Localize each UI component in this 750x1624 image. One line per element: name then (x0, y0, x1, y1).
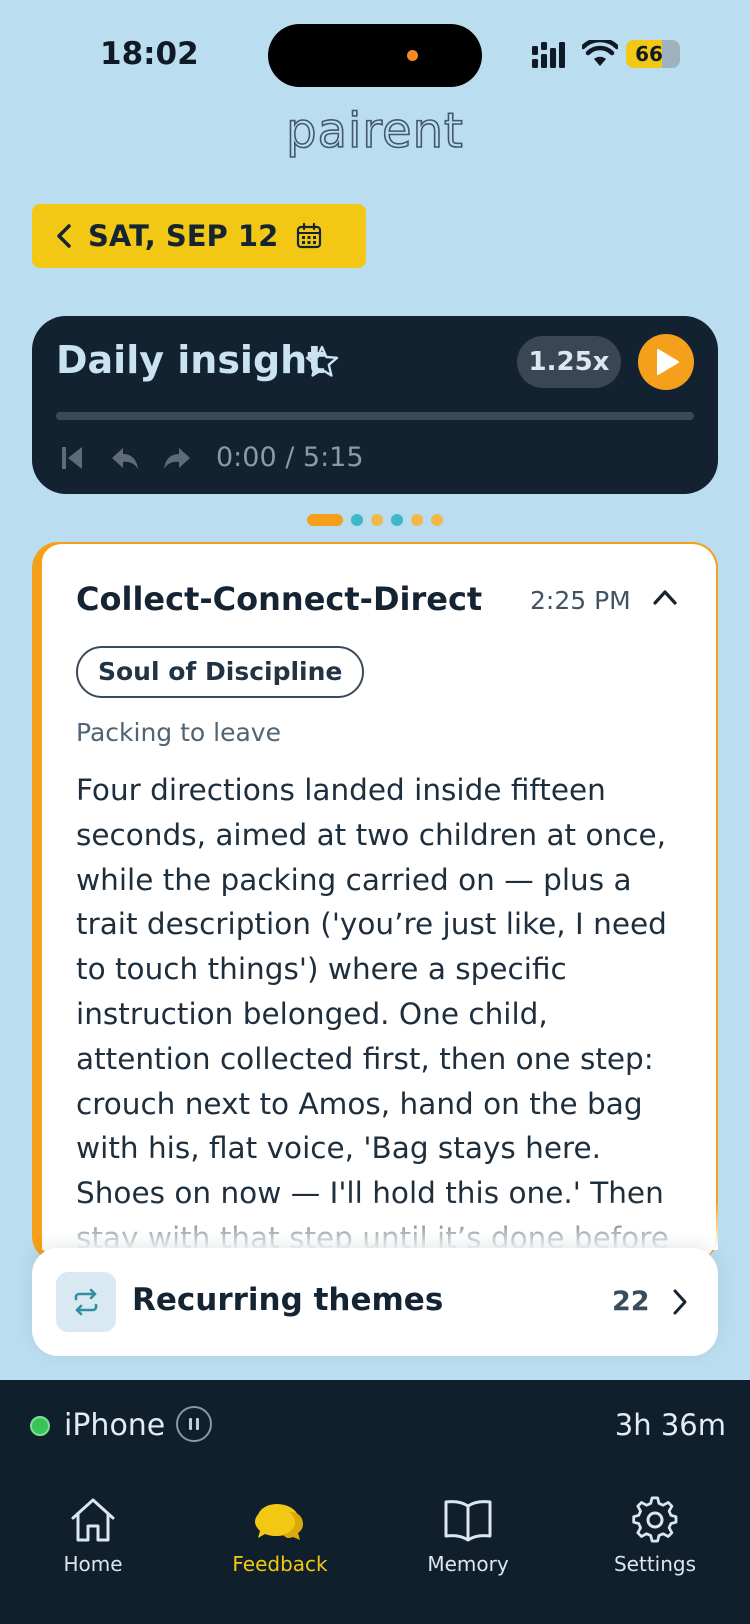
gear-icon (632, 1496, 678, 1543)
play-icon (657, 349, 679, 375)
recurring-themes-count: 22 (612, 1286, 650, 1317)
pause-recording-button[interactable] (176, 1406, 212, 1442)
recurring-themes-label: Recurring themes (132, 1282, 444, 1318)
tab-bar: Home Feedback Memory Settings (0, 1496, 750, 1606)
recurring-themes-button[interactable]: Recurring themes 22 (32, 1248, 718, 1356)
scroll-fade (42, 1200, 718, 1250)
page-indicator[interactable] (0, 512, 750, 528)
daily-insight-player: Daily insight 1.25x 0:00 / 5:15 (32, 316, 718, 494)
play-button[interactable] (638, 334, 694, 390)
star-icon[interactable] (304, 344, 340, 380)
playback-speed-button[interactable]: 1.25x (517, 336, 621, 388)
recording-duration: 3h 36m (614, 1408, 726, 1442)
book-icon (444, 1500, 492, 1542)
battery-percentage: 66 (635, 42, 663, 66)
page-dot-active[interactable] (307, 514, 343, 526)
status-time: 18:02 (100, 36, 199, 72)
tab-label: Feedback (232, 1552, 328, 1576)
pause-icon (189, 1418, 199, 1430)
tab-label: Memory (427, 1552, 509, 1576)
chevron-left-icon[interactable] (54, 223, 74, 249)
app-logo: pairent (285, 102, 464, 160)
player-title: Daily insight (56, 338, 326, 382)
repeat-icon-container (56, 1272, 116, 1332)
bottom-panel: iPhone 3h 36m Home Feedback Memory Setti… (0, 1380, 750, 1624)
feedback-subtitle: Packing to leave (76, 718, 281, 747)
device-name: iPhone (64, 1408, 166, 1443)
home-indicator (240, 1606, 510, 1615)
chevron-up-icon[interactable] (652, 588, 678, 606)
calendar-icon[interactable] (296, 223, 322, 249)
page-dot[interactable] (431, 514, 443, 526)
tab-label: Home (63, 1552, 123, 1576)
rewind-icon[interactable] (110, 444, 140, 472)
feedback-tag[interactable]: Soul of Discipline (76, 646, 365, 698)
home-icon (71, 1498, 115, 1542)
feedback-body: Four directions landed inside fifteen se… (76, 773, 669, 1255)
forward-icon[interactable] (162, 444, 192, 472)
feedback-card-content: Collect-Connect-Direct 2:25 PM Soul of D… (42, 542, 718, 1262)
dynamic-island (268, 24, 482, 87)
tab-home[interactable]: Home (18, 1496, 168, 1606)
chat-bubbles-icon (255, 1504, 303, 1540)
skip-back-icon[interactable] (60, 444, 90, 472)
page-dot[interactable] (371, 514, 383, 526)
repeat-icon (74, 1288, 98, 1316)
feedback-time: 2:25 PM (530, 586, 631, 615)
tab-feedback[interactable]: Feedback (205, 1496, 355, 1606)
tab-settings[interactable]: Settings (580, 1496, 730, 1606)
feedback-title: Collect-Connect-Direct (76, 580, 483, 618)
page-dot[interactable] (391, 514, 403, 526)
status-bar: 18:02 66 (0, 0, 750, 110)
battery-indicator: 66 (626, 40, 680, 68)
tab-memory[interactable]: Memory (393, 1496, 543, 1606)
feedback-card[interactable]: Collect-Connect-Direct 2:25 PM Soul of D… (32, 542, 718, 1262)
page-dot[interactable] (411, 514, 423, 526)
tab-label: Settings (613, 1552, 697, 1576)
device-status-dot (30, 1416, 50, 1436)
camera-indicator-dot (407, 50, 418, 61)
date-label: SAT, SEP 12 (88, 219, 279, 253)
page-dot[interactable] (351, 514, 363, 526)
playback-time: 0:00 / 5:15 (216, 442, 364, 473)
cellular-signal-icon (532, 42, 565, 68)
date-selector[interactable]: SAT, SEP 12 (32, 204, 366, 268)
wifi-icon (582, 40, 618, 66)
progress-bar[interactable] (56, 412, 694, 420)
chevron-right-icon (673, 1289, 687, 1315)
